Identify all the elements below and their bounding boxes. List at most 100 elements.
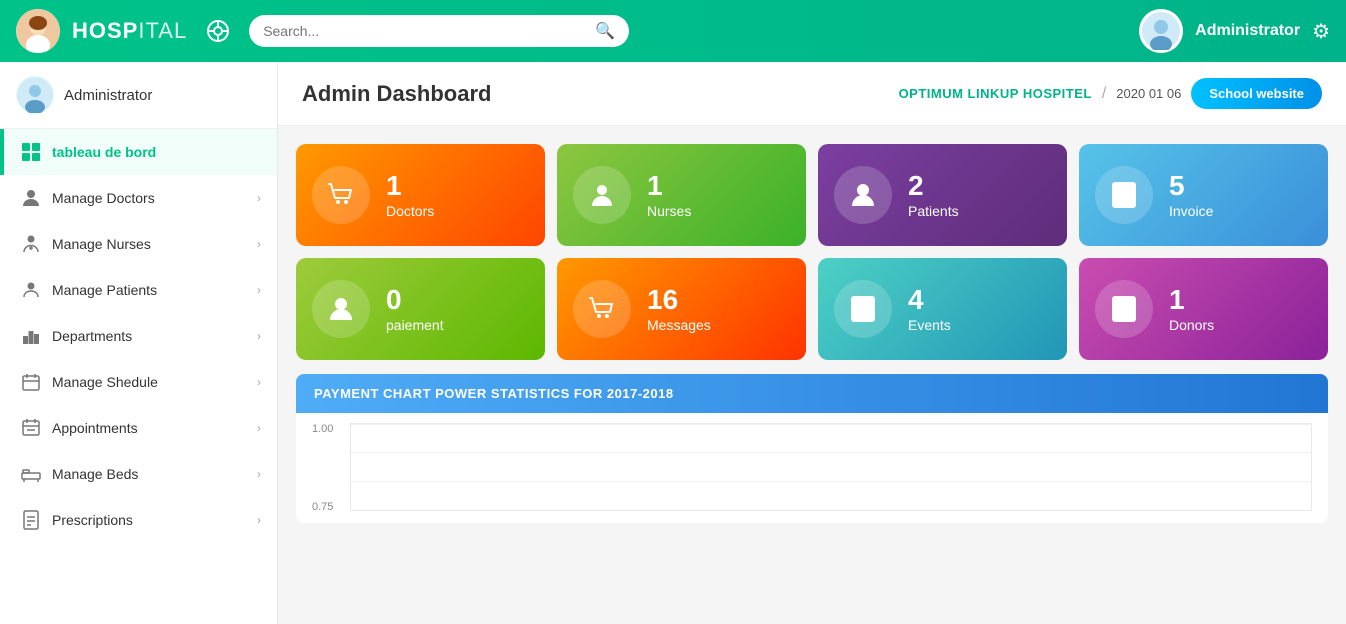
card-messages[interactable]: 16 Messages xyxy=(557,258,806,360)
messages-label: Messages xyxy=(647,317,711,333)
search-bar: 🔍 xyxy=(249,15,629,47)
search-input[interactable] xyxy=(263,23,587,39)
sidebar-item-departments[interactable]: Departments › xyxy=(0,313,277,359)
chart-header: PAYMENT CHART POWER STATISTICS FOR 2017-… xyxy=(296,374,1328,413)
card-nurses[interactable]: 1 Nurses xyxy=(557,144,806,246)
chevron-right-icon: › xyxy=(257,283,261,297)
events-card-icon-wrap xyxy=(834,280,892,338)
nurses-card-icon-wrap xyxy=(573,166,631,224)
chart-body: 1.00 0.75 xyxy=(296,413,1328,523)
paiement-card-info: 0 paiement xyxy=(386,286,444,333)
sidebar-item-manage-nurses[interactable]: Manage Nurses › xyxy=(0,221,277,267)
donors-label: Donors xyxy=(1169,317,1214,333)
donors-icon xyxy=(1109,294,1139,324)
page-title: Admin Dashboard xyxy=(302,81,491,107)
paiement-icon xyxy=(326,294,356,324)
patients-label: Patients xyxy=(908,203,959,219)
sidebar-item-manage-doctors[interactable]: Manage Doctors › xyxy=(0,175,277,221)
doctors-card-icon-wrap xyxy=(312,166,370,224)
dashboard-icon xyxy=(20,141,42,163)
invoice-icon xyxy=(1109,180,1139,210)
paiement-count: 0 xyxy=(386,286,444,314)
search-icon: 🔍 xyxy=(595,21,615,41)
messages-icon xyxy=(587,294,617,324)
donors-card-icon-wrap xyxy=(1095,280,1153,338)
breadcrumb: OPTIMUM LINKUP HOSPITEL xyxy=(899,86,1092,101)
doctors-card-info: 1 Doctors xyxy=(386,172,434,219)
sidebar: Administrator tableau de bord xyxy=(0,62,278,624)
sidebar-item-label: Manage Patients xyxy=(52,282,157,298)
content-header-right: OPTIMUM LINKUP HOSPITEL / 2020 01 06 Sch… xyxy=(899,78,1322,109)
card-invoice[interactable]: 5 Invoice xyxy=(1079,144,1328,246)
paiement-card-icon-wrap xyxy=(312,280,370,338)
chevron-right-icon: › xyxy=(257,329,261,343)
nurse-icon xyxy=(20,233,42,255)
admin-avatar xyxy=(1139,9,1183,53)
sidebar-item-prescriptions[interactable]: Prescriptions › xyxy=(0,497,277,543)
nurses-count: 1 xyxy=(647,172,691,200)
cart-icon xyxy=(326,180,356,210)
user-icon xyxy=(587,180,617,210)
sidebar-item-tableau-de-bord[interactable]: tableau de bord xyxy=(0,129,277,175)
chart-yaxis: 1.00 0.75 xyxy=(312,423,333,513)
chevron-right-icon: › xyxy=(257,421,261,435)
card-patients[interactable]: 2 Patients xyxy=(818,144,1067,246)
patients-count: 2 xyxy=(908,172,959,200)
events-card-info: 4 Events xyxy=(908,286,951,333)
sidebar-item-label: Appointments xyxy=(52,420,138,436)
card-donors[interactable]: 1 Donors xyxy=(1079,258,1328,360)
donors-card-info: 1 Donors xyxy=(1169,286,1214,333)
content-date: 2020 01 06 xyxy=(1116,86,1181,101)
patient-icon xyxy=(20,279,42,301)
brand-name: HOSPITAL xyxy=(72,18,187,44)
chevron-right-icon: › xyxy=(257,513,261,527)
patients-card-icon-wrap xyxy=(834,166,892,224)
doctors-count: 1 xyxy=(386,172,434,200)
sidebar-item-manage-shedule[interactable]: Manage Shedule › xyxy=(0,359,277,405)
sidebar-item-label: tableau de bord xyxy=(52,144,156,160)
sidebar-nav: tableau de bord Manage Doctors › xyxy=(0,129,277,624)
content-header: Admin Dashboard OPTIMUM LINKUP HOSPITEL … xyxy=(278,62,1346,126)
breadcrumb-separator: / xyxy=(1102,85,1106,103)
chevron-right-icon: › xyxy=(257,237,261,251)
donors-count: 1 xyxy=(1169,286,1214,314)
chevron-right-icon: › xyxy=(257,467,261,481)
appointment-icon xyxy=(20,417,42,439)
dashboard-cards: 1 Doctors 1 Nurses xyxy=(278,126,1346,360)
card-doctors[interactable]: 1 Doctors xyxy=(296,144,545,246)
main-content: Admin Dashboard OPTIMUM LINKUP HOSPITEL … xyxy=(278,62,1346,624)
chevron-right-icon: › xyxy=(257,191,261,205)
logo-avatar xyxy=(16,9,60,53)
invoice-card-info: 5 Invoice xyxy=(1169,172,1213,219)
sidebar-item-manage-beds[interactable]: Manage Beds › xyxy=(0,451,277,497)
messages-count: 16 xyxy=(647,286,711,314)
sidebar-item-label: Manage Shedule xyxy=(52,374,158,390)
settings-button[interactable]: ⚙ xyxy=(1312,19,1330,44)
bed-icon xyxy=(20,463,42,485)
sidebar-username: Administrator xyxy=(64,87,152,104)
sidebar-item-label: Manage Beds xyxy=(52,466,138,482)
sidebar-item-appointments[interactable]: Appointments › xyxy=(0,405,277,451)
events-icon xyxy=(848,294,878,324)
card-events[interactable]: 4 Events xyxy=(818,258,1067,360)
nurses-card-info: 1 Nurses xyxy=(647,172,691,219)
chart-ylabel-100: 1.00 xyxy=(312,423,333,435)
school-website-button[interactable]: School website xyxy=(1191,78,1322,109)
topnav-right: Administrator ⚙ xyxy=(1139,9,1330,53)
patients-card-info: 2 Patients xyxy=(908,172,959,219)
chart-section: PAYMENT CHART POWER STATISTICS FOR 2017-… xyxy=(296,374,1328,523)
back-button[interactable] xyxy=(207,20,229,42)
sidebar-avatar xyxy=(16,76,54,114)
sidebar-item-manage-patients[interactable]: Manage Patients › xyxy=(0,267,277,313)
card-paiement[interactable]: 0 paiement xyxy=(296,258,545,360)
patient-icon xyxy=(848,180,878,210)
sidebar-user: Administrator xyxy=(0,62,277,129)
messages-card-icon-wrap xyxy=(573,280,631,338)
sidebar-item-label: Departments xyxy=(52,328,132,344)
prescription-icon xyxy=(20,509,42,531)
department-icon xyxy=(20,325,42,347)
top-navigation: HOSPITAL 🔍 Administrator ⚙ xyxy=(0,0,1346,62)
doctor-icon xyxy=(20,187,42,209)
events-count: 4 xyxy=(908,286,951,314)
schedule-icon xyxy=(20,371,42,393)
